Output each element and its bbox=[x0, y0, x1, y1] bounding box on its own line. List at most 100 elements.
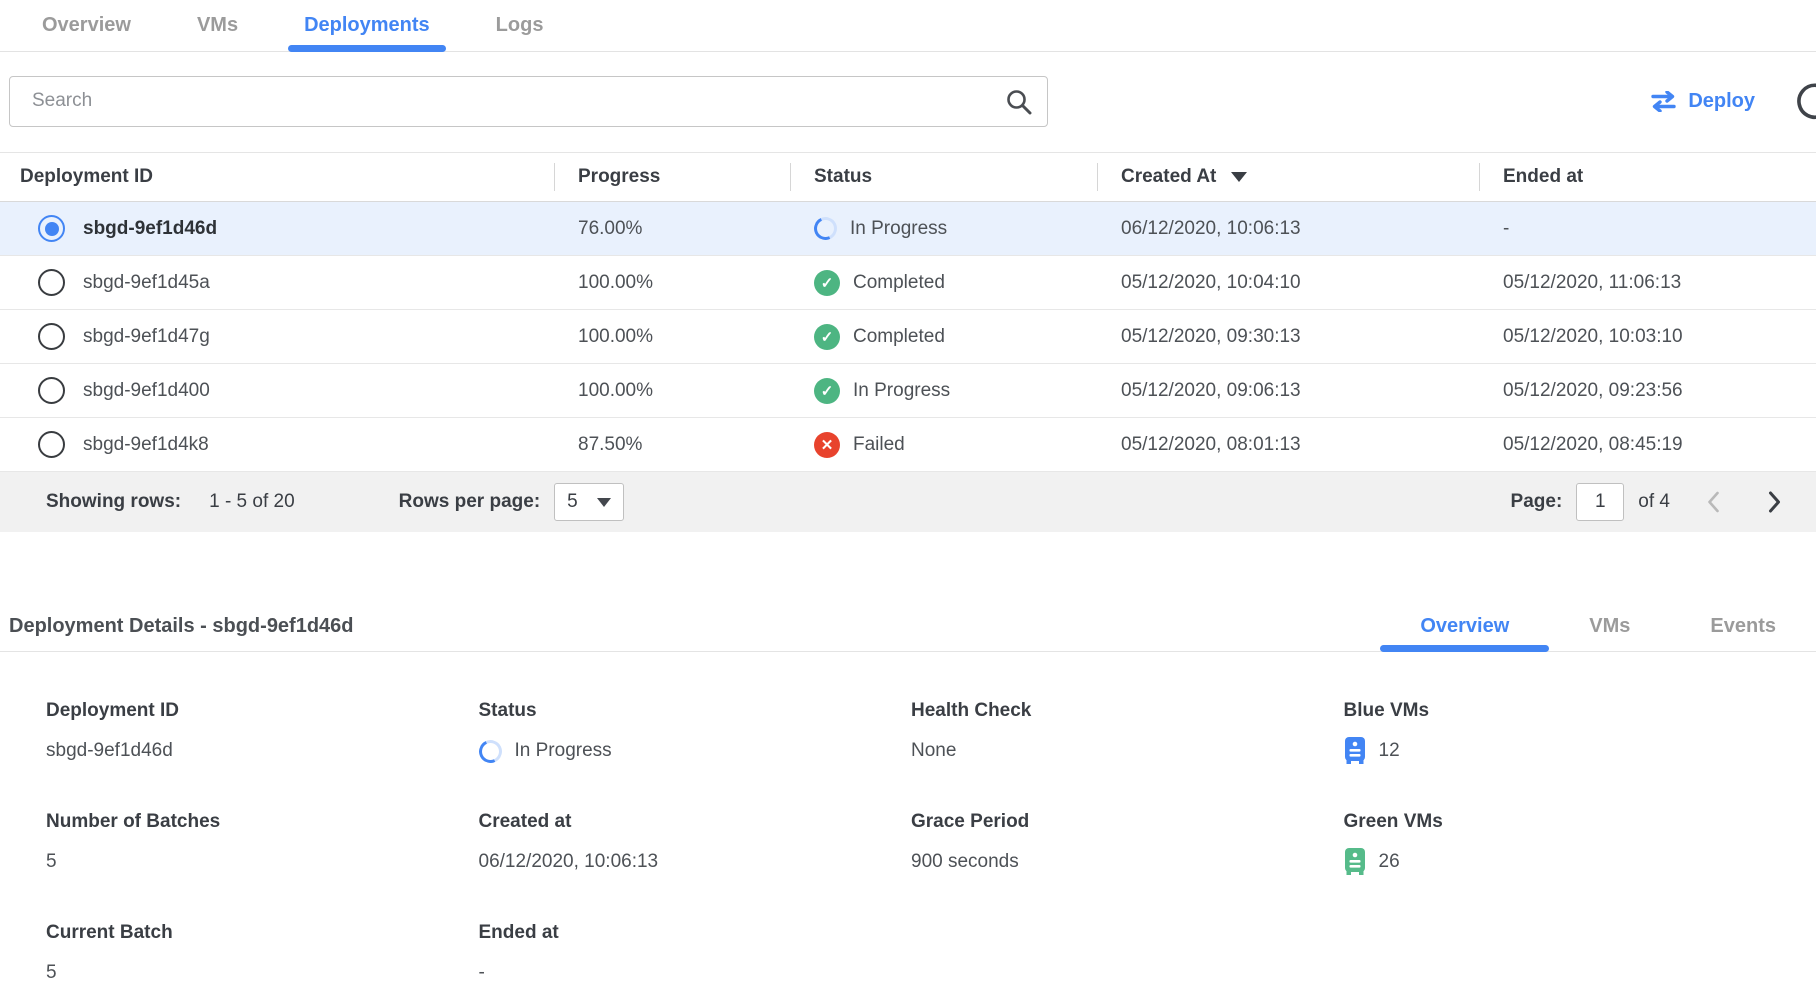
green-vm-server-icon bbox=[1344, 848, 1366, 876]
swap-arrows-icon bbox=[1650, 91, 1677, 112]
field-label: Ended at bbox=[479, 922, 912, 944]
field-value: 12 bbox=[1344, 737, 1777, 765]
page-controls: Page: of 4 bbox=[1511, 483, 1788, 521]
field-label: Status bbox=[479, 700, 912, 722]
field-green-vms: Green VMs 26 bbox=[1344, 811, 1777, 876]
tab-deployments[interactable]: Deployments bbox=[288, 0, 446, 51]
table-row[interactable]: sbgd-9ef1d4k8 87.50% Failed 05/12/2020, … bbox=[0, 418, 1816, 472]
status-in-progress-icon bbox=[811, 214, 840, 243]
field-label: Current Batch bbox=[46, 922, 479, 944]
tab-logs[interactable]: Logs bbox=[480, 0, 560, 51]
rows-per-page-value: 5 bbox=[567, 491, 578, 513]
status-in-progress-icon bbox=[475, 736, 504, 765]
field-current-batch: Current Batch 5 bbox=[46, 922, 479, 987]
details-header: Deployment Details - sbgd-9ef1d46d Overv… bbox=[0, 602, 1816, 652]
showing-rows-label: Showing rows: bbox=[46, 491, 181, 513]
page-number-input[interactable] bbox=[1576, 483, 1624, 521]
created-at-cell: 06/12/2020, 10:06:13 bbox=[1097, 218, 1479, 240]
table-row[interactable]: sbgd-9ef1d46d 76.00% In Progress 06/12/2… bbox=[0, 202, 1816, 256]
ended-at-cell: - bbox=[1479, 218, 1816, 240]
field-value: None bbox=[911, 737, 1344, 765]
rows-per-page-select[interactable]: 5 bbox=[554, 483, 624, 521]
field-created-at: Created at 06/12/2020, 10:06:13 bbox=[479, 811, 912, 876]
field-label: Number of Batches bbox=[46, 811, 479, 833]
tab-deployments-label: Deployments bbox=[304, 14, 430, 37]
radio-button[interactable] bbox=[38, 431, 65, 458]
field-number-of-batches: Number of Batches 5 bbox=[46, 811, 479, 876]
field-status: Status In Progress bbox=[479, 700, 912, 765]
deploy-label: Deploy bbox=[1688, 90, 1755, 113]
deployment-id-cell: sbgd-9ef1d400 bbox=[83, 380, 210, 402]
details-tab-label: Events bbox=[1710, 615, 1776, 638]
page-label: Page: bbox=[1511, 491, 1563, 513]
field-label: Deployment ID bbox=[46, 700, 479, 722]
radio-button[interactable] bbox=[38, 377, 65, 404]
details-tab-vms[interactable]: VMs bbox=[1549, 602, 1670, 651]
status-label: Completed bbox=[853, 326, 945, 348]
column-header-deployment-id[interactable]: Deployment ID bbox=[0, 153, 554, 201]
table-row[interactable]: sbgd-9ef1d47g 100.00% Completed 05/12/20… bbox=[0, 310, 1816, 364]
details-tab-overview[interactable]: Overview bbox=[1380, 602, 1549, 651]
deploy-button[interactable]: Deploy bbox=[1650, 90, 1755, 113]
field-value: 26 bbox=[1344, 848, 1777, 876]
field-value: 900 seconds bbox=[911, 848, 1344, 876]
ended-at-cell: 05/12/2020, 10:03:10 bbox=[1479, 326, 1816, 348]
status-cell: In Progress bbox=[790, 217, 1097, 240]
vm-count: 12 bbox=[1379, 740, 1400, 762]
previous-page-button[interactable] bbox=[1700, 484, 1727, 520]
details-tab-events[interactable]: Events bbox=[1670, 602, 1816, 651]
refresh-icon bbox=[1794, 81, 1816, 121]
radio-button[interactable] bbox=[38, 269, 65, 296]
status-label: In Progress bbox=[515, 740, 612, 762]
details-grid: Deployment ID sbgd-9ef1d46d Status In Pr… bbox=[0, 652, 1816, 987]
deployment-id-cell: sbgd-9ef1d47g bbox=[83, 326, 210, 348]
table-row[interactable]: sbgd-9ef1d45a 100.00% Completed 05/12/20… bbox=[0, 256, 1816, 310]
created-at-cell: 05/12/2020, 10:04:10 bbox=[1097, 272, 1479, 294]
toolbar: Deploy bbox=[0, 75, 1816, 127]
field-value: - bbox=[479, 959, 912, 987]
field-deployment-id: Deployment ID sbgd-9ef1d46d bbox=[46, 700, 479, 765]
blue-vm-server-icon bbox=[1344, 737, 1366, 765]
details-tab-label: Overview bbox=[1420, 615, 1509, 638]
status-label: Failed bbox=[853, 434, 905, 456]
field-blue-vms: Blue VMs 12 bbox=[1344, 700, 1777, 765]
tab-vms-label: VMs bbox=[197, 14, 238, 37]
created-at-cell: 05/12/2020, 08:01:13 bbox=[1097, 434, 1479, 456]
vm-count: 26 bbox=[1379, 851, 1400, 873]
radio-button[interactable] bbox=[38, 215, 65, 242]
column-header-created-at[interactable]: Created At bbox=[1097, 153, 1479, 201]
refresh-button[interactable] bbox=[1794, 81, 1816, 121]
field-value: 06/12/2020, 10:06:13 bbox=[479, 848, 912, 876]
status-failed-icon bbox=[814, 432, 840, 458]
field-value: 5 bbox=[46, 848, 479, 876]
next-page-button[interactable] bbox=[1761, 484, 1788, 520]
status-label: Completed bbox=[853, 272, 945, 294]
column-header-status[interactable]: Status bbox=[790, 153, 1097, 201]
progress-cell: 100.00% bbox=[554, 326, 790, 348]
details-tabs: Overview VMs Events bbox=[1380, 602, 1816, 651]
column-header-label: Status bbox=[814, 166, 872, 188]
status-completed-icon bbox=[814, 378, 840, 404]
main-tabs: Overview VMs Deployments Logs bbox=[0, 0, 1816, 52]
tab-vms[interactable]: VMs bbox=[181, 0, 254, 51]
table-row[interactable]: sbgd-9ef1d400 100.00% In Progress 05/12/… bbox=[0, 364, 1816, 418]
field-label: Blue VMs bbox=[1344, 700, 1777, 722]
field-label: Created at bbox=[479, 811, 912, 833]
progress-cell: 100.00% bbox=[554, 380, 790, 402]
column-header-label: Created At bbox=[1121, 166, 1216, 188]
created-at-cell: 05/12/2020, 09:30:13 bbox=[1097, 326, 1479, 348]
column-header-progress[interactable]: Progress bbox=[554, 153, 790, 201]
search-input[interactable] bbox=[9, 76, 1048, 127]
status-label: In Progress bbox=[853, 380, 950, 402]
sort-desc-caret[interactable] bbox=[1231, 172, 1247, 182]
tab-overview[interactable]: Overview bbox=[26, 0, 147, 51]
rows-per-page-label: Rows per page: bbox=[399, 491, 540, 513]
page-total-label: of 4 bbox=[1638, 491, 1670, 513]
deployment-id-cell: sbgd-9ef1d45a bbox=[83, 272, 210, 294]
details-tab-label: VMs bbox=[1589, 615, 1630, 638]
column-header-label: Progress bbox=[578, 166, 660, 188]
field-grace-period: Grace Period 900 seconds bbox=[911, 811, 1344, 876]
progress-cell: 87.50% bbox=[554, 434, 790, 456]
radio-button[interactable] bbox=[38, 323, 65, 350]
column-header-ended-at[interactable]: Ended at bbox=[1479, 153, 1816, 201]
